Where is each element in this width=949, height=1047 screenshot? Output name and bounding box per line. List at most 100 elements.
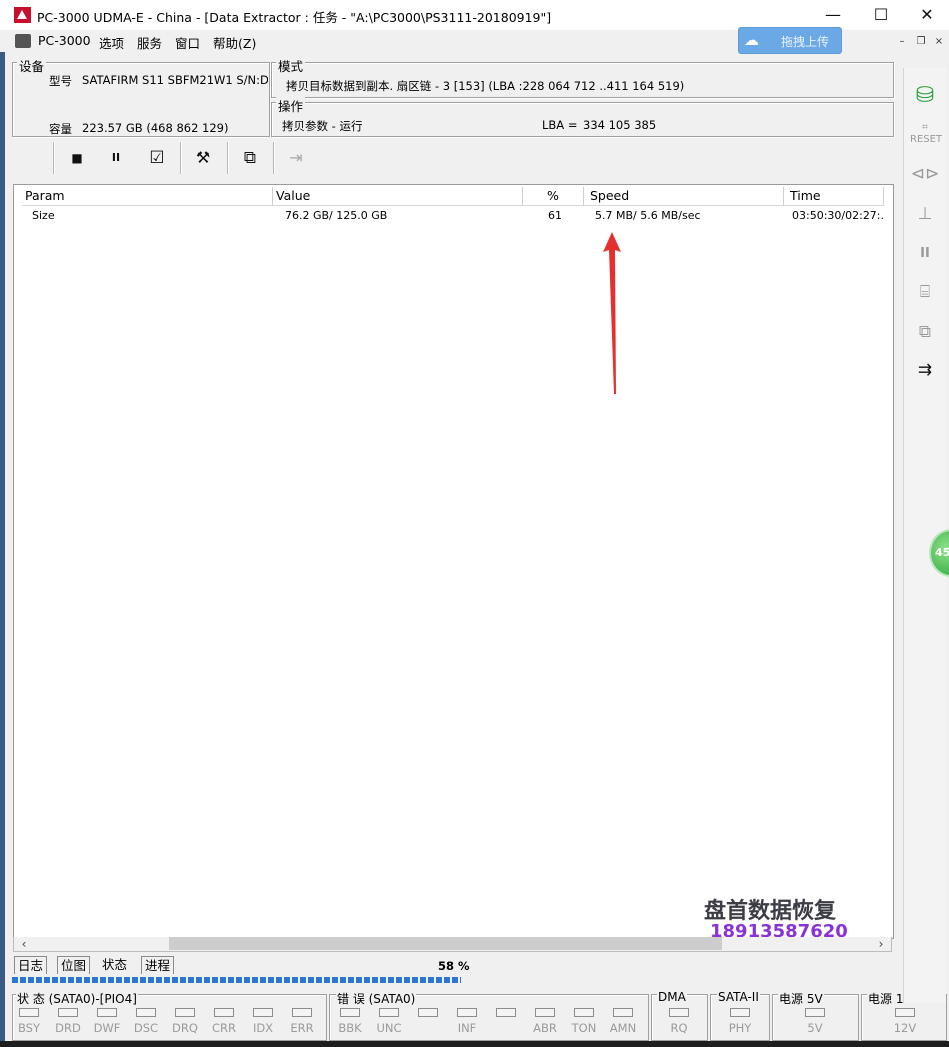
led-label-12v: 12V <box>893 1021 917 1035</box>
tab-log[interactable]: 日志 <box>14 956 48 974</box>
column-header-param[interactable]: Param <box>22 187 273 205</box>
led-label-idx: IDX <box>252 1021 274 1035</box>
led-label-ton: TON <box>571 1021 597 1035</box>
mdi-close-button[interactable]: × <box>931 34 947 49</box>
led-label-inf: INF <box>457 1021 477 1035</box>
led-error-5 <box>535 1008 555 1017</box>
pin-connector-icon[interactable]: ⊥ <box>910 200 940 228</box>
menu-pc3000[interactable]: PC-3000 <box>38 33 91 48</box>
column-header-time[interactable]: Time <box>784 187 884 205</box>
led-status-1 <box>58 1008 78 1017</box>
row-value: 76.2 GB/ 125.0 GB <box>285 209 388 222</box>
lba-label: LBA = <box>542 118 578 132</box>
check-report-button[interactable]: ☑ <box>146 147 168 169</box>
led-label-err: ERR <box>290 1021 314 1035</box>
sector-map-icon[interactable]: ⌸ <box>910 278 940 306</box>
taskbar-edge <box>0 1041 949 1047</box>
led-status-2 <box>97 1008 117 1017</box>
led-label-rq: RQ <box>670 1021 688 1035</box>
led-status-5 <box>214 1008 234 1017</box>
mode-group-title: 模式 <box>276 56 306 75</box>
led-status-4 <box>175 1008 195 1017</box>
tab-bitmap[interactable]: 位图 <box>57 956 91 974</box>
led-label-5v: 5V <box>807 1021 823 1035</box>
tools-button[interactable]: ⚒ <box>192 147 214 169</box>
operation-text: 拷贝参数 - 运行 <box>282 119 363 133</box>
led-label-drq: DRQ <box>172 1021 198 1035</box>
cloud-link-icon: ☁ <box>744 31 759 49</box>
device-group-title: 设备 <box>17 56 47 75</box>
scroll-left-icon[interactable]: ‹ <box>16 937 32 951</box>
led-label-phy: PHY <box>728 1021 752 1035</box>
tab-status[interactable]: 状态 <box>99 956 130 974</box>
led-label-amn: AMN <box>609 1021 637 1035</box>
led-error-6 <box>574 1008 594 1017</box>
side-pause-icon[interactable]: II <box>910 240 940 268</box>
reset-icon[interactable]: ⌗ RESET <box>910 122 942 150</box>
led-5v <box>805 1008 825 1017</box>
error-register-title: 错 误 (SATA0) <box>336 990 417 1007</box>
led-error-4 <box>496 1008 516 1017</box>
row-speed: 5.7 MB/ 5.6 MB/sec <box>595 209 701 222</box>
menu-service[interactable]: 服务 <box>137 33 162 52</box>
row-time: 03:50:30/02:27:... <box>792 209 884 222</box>
power-5v-title: 电源 5V <box>778 990 824 1007</box>
mdi-restore-button[interactable]: ❐ <box>913 34 929 49</box>
tab-process[interactable]: 进程 <box>141 956 175 974</box>
toolbar-separator <box>273 142 274 174</box>
close-button[interactable]: ✕ <box>904 0 949 30</box>
status-register-title: 状 态 (SATA0)-[PIO4] <box>16 990 138 1007</box>
pc3000-menu-icon[interactable] <box>15 34 31 48</box>
scroll-right-icon[interactable]: › <box>873 937 889 951</box>
model-label: 型号 <box>49 74 72 88</box>
led-error-1 <box>379 1008 399 1017</box>
progress-bar-fill <box>12 977 462 983</box>
led-status-0 <box>19 1008 39 1017</box>
scrollbar-thumb[interactable] <box>169 937 722 950</box>
led-error-3 <box>457 1008 477 1017</box>
drag-upload-button[interactable]: ☁ 拖拽上传 <box>738 27 842 54</box>
led-label-dwf: DWF <box>93 1021 121 1035</box>
power-connector-icon[interactable]: ⊲⊳ <box>910 160 940 188</box>
led-label-crr: CRR <box>211 1021 236 1035</box>
row-param: Size <box>32 209 55 222</box>
led-error-7 <box>613 1008 633 1017</box>
led-label-dsc: DSC <box>133 1021 159 1035</box>
upload-label: 拖拽上传 <box>781 35 830 49</box>
minimize-button[interactable]: — <box>810 0 856 30</box>
toolbar <box>12 138 894 178</box>
stop-button[interactable]: ■ <box>66 147 88 169</box>
database-icon[interactable]: ⛁ <box>910 82 940 110</box>
led-rq <box>669 1008 689 1017</box>
window-left-edge <box>0 52 5 1042</box>
led-label-bbk: BBK <box>338 1021 362 1035</box>
pause-button[interactable]: II <box>105 147 127 169</box>
model-value: SATAFIRM S11 SBFM21W1 S/N:DA5 <box>82 73 268 87</box>
capacity-label: 容量 <box>49 122 72 136</box>
mdi-minimize-button[interactable]: – <box>894 34 910 49</box>
red-arrow-annotation <box>603 232 621 394</box>
copy-sectors-button[interactable]: ⧉ <box>239 147 261 169</box>
progress-percent: 58 % <box>438 959 470 973</box>
window-title: PC-3000 UDMA-E - China - [Data Extractor… <box>37 10 552 25</box>
row-percent: 61 <box>548 209 562 222</box>
led-label-unc: UNC <box>376 1021 402 1035</box>
capacity-value: 223.57 GB (468 862 129) <box>82 121 229 135</box>
column-header-percent[interactable]: % <box>523 187 584 205</box>
mode-text: 拷贝目标数据到副本. 扇区链 - 3 [153] (LBA :228 064 7… <box>286 79 685 93</box>
lba-value: 334 105 385 <box>583 118 657 132</box>
led-status-3 <box>136 1008 156 1017</box>
table-row[interactable] <box>22 207 884 225</box>
column-header-value[interactable]: Value <box>273 187 523 205</box>
exit-task-button[interactable]: ⇥ <box>285 147 307 169</box>
copy-close-icon[interactable]: ⧉ <box>910 318 940 346</box>
column-header-speed[interactable]: Speed <box>584 187 784 205</box>
toolbar-separator <box>227 142 228 174</box>
connector-plug-icon[interactable]: ⇉ <box>910 356 940 384</box>
menu-help[interactable]: 帮助(Z) <box>213 33 256 52</box>
menu-window[interactable]: 窗口 <box>175 33 200 52</box>
maximize-button[interactable]: ☐ <box>858 0 904 30</box>
led-status-7 <box>292 1008 312 1017</box>
toolbar-separator <box>180 142 181 174</box>
menu-options[interactable]: 选项 <box>99 33 124 52</box>
